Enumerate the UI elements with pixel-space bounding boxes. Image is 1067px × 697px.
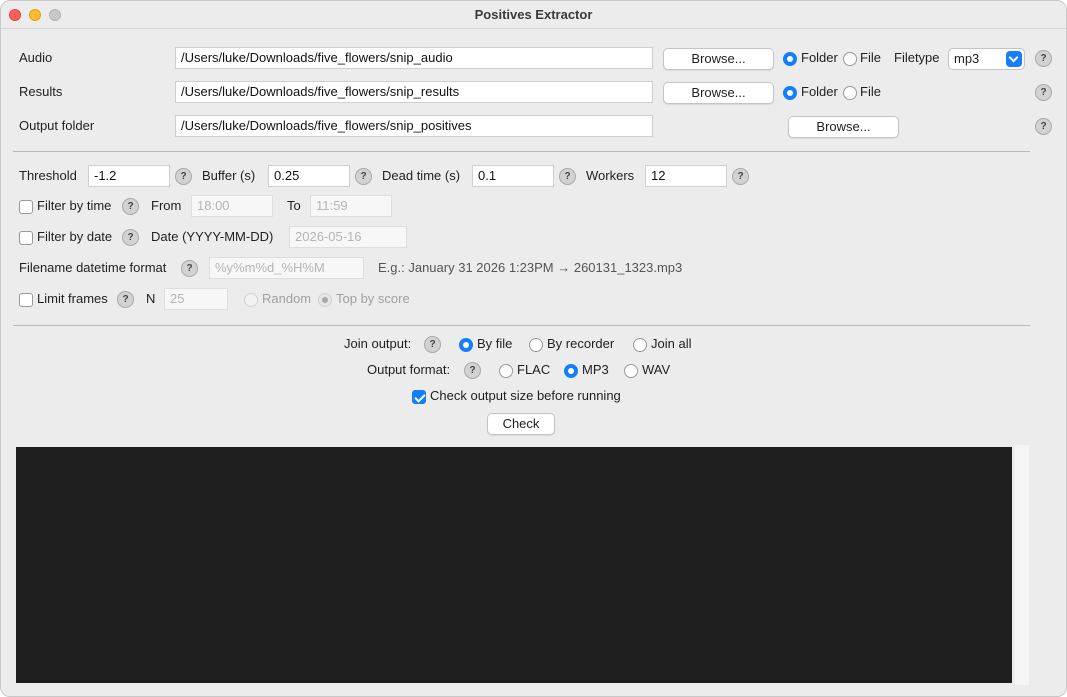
join-all-label: Join all [651,336,692,351]
from-time-input[interactable]: 18:00 [191,195,273,217]
output-path-field[interactable]: /Users/luke/Downloads/five_flowers/snip_… [175,115,653,137]
date-label: Date (YYYY-MM-DD) [151,229,274,244]
top-by-score-radio[interactable] [318,293,332,307]
limit-frames-help-icon[interactable]: ? [117,291,134,308]
dead-time-input[interactable]: 0.1 [472,165,554,187]
from-label: From [151,198,182,213]
results-path-field[interactable]: /Users/luke/Downloads/five_flowers/snip_… [175,81,653,103]
date-input[interactable]: 2026-05-16 [289,226,407,248]
results-file-label: File [860,84,881,99]
random-radio[interactable] [244,293,258,307]
threshold-help-icon[interactable]: ? [175,168,192,185]
filetype-label: Filetype [894,50,940,65]
format-mp3-radio[interactable] [564,364,578,378]
divider-top [13,151,1030,152]
audio-file-label: File [860,50,881,65]
to-time-input[interactable]: 11:59 [310,195,392,217]
filter-date-checkbox[interactable] [19,231,33,245]
filter-date-label: Filter by date [37,229,113,244]
results-folder-radio[interactable] [783,86,797,100]
output-help-icon[interactable]: ? [1035,118,1052,135]
results-label: Results [19,84,63,99]
audio-browse-button[interactable]: Browse... [663,48,774,70]
buffer-help-icon[interactable]: ? [355,168,372,185]
audio-help-icon[interactable]: ? [1035,50,1052,67]
title-bar: Positives Extractor [1,1,1066,29]
buffer-label: Buffer (s) [202,168,256,183]
to-label: To [287,198,301,213]
filter-time-label: Filter by time [37,198,112,213]
format-flac-label: FLAC [517,362,551,377]
divider-middle [13,325,1030,326]
check-size-checkbox[interactable] [412,390,426,404]
results-file-radio[interactable] [843,86,857,100]
app-window: Positives Extractor Audio /Users/luke/Do… [0,0,1067,697]
window-title: Positives Extractor [474,7,593,22]
format-mp3-label: MP3 [582,362,609,377]
audio-folder-radio[interactable] [783,52,797,66]
threshold-label: Threshold [19,168,77,183]
format-flac-radio[interactable] [499,364,513,378]
limit-frames-checkbox[interactable] [19,293,33,307]
results-help-icon[interactable]: ? [1035,84,1052,101]
filetype-select[interactable]: mp3 [948,48,1025,70]
workers-help-icon[interactable]: ? [732,168,749,185]
audio-folder-label: Folder [801,50,838,65]
format-wav-label: WAV [642,362,671,377]
format-wav-radio[interactable] [624,364,638,378]
audio-label: Audio [19,50,53,65]
datetime-format-label: Filename datetime format [19,260,167,275]
n-label: N [146,291,156,306]
top-by-score-label: Top by score [336,291,410,306]
join-by-recorder-label: By recorder [547,336,615,351]
results-browse-button[interactable]: Browse... [663,82,774,104]
join-output-help-icon[interactable]: ? [424,336,441,353]
dead-time-label: Dead time (s) [382,168,461,183]
console-scrollbar[interactable] [1015,445,1029,685]
workers-input[interactable]: 12 [645,165,727,187]
datetime-format-input[interactable]: %y%m%d_%H%M [209,257,364,279]
output-console[interactable] [16,447,1012,683]
datetime-format-help-icon[interactable]: ? [181,260,198,277]
chevron-down-icon [1006,51,1022,67]
audio-path-field[interactable]: /Users/luke/Downloads/five_flowers/snip_… [175,47,653,69]
threshold-input[interactable]: -1.2 [88,165,170,187]
output-format-help-icon[interactable]: ? [464,362,481,379]
results-folder-label: Folder [801,84,838,99]
filter-time-help-icon[interactable]: ? [122,198,139,215]
check-button[interactable]: Check [487,413,555,435]
filter-date-help-icon[interactable]: ? [122,229,139,246]
random-label: Random [262,291,312,306]
join-output-label: Join output: [344,336,412,351]
join-by-file-label: By file [477,336,513,351]
output-folder-label: Output folder [19,118,95,133]
filter-time-checkbox[interactable] [19,200,33,214]
buffer-input[interactable]: 0.25 [268,165,350,187]
join-by-file-radio[interactable] [459,338,473,352]
join-by-recorder-radio[interactable] [529,338,543,352]
limit-frames-label: Limit frames [37,291,108,306]
output-format-label: Output format: [367,362,451,377]
dead-time-help-icon[interactable]: ? [559,168,576,185]
check-size-label: Check output size before running [430,388,621,403]
join-all-radio[interactable] [633,338,647,352]
n-input[interactable]: 25 [164,288,228,310]
workers-label: Workers [586,168,635,183]
datetime-format-example: E.g.: January 31 2026 1:23PM → 260131_13… [378,260,683,275]
output-browse-button[interactable]: Browse... [788,116,899,138]
audio-file-radio[interactable] [843,52,857,66]
filetype-value: mp3 [954,51,980,66]
